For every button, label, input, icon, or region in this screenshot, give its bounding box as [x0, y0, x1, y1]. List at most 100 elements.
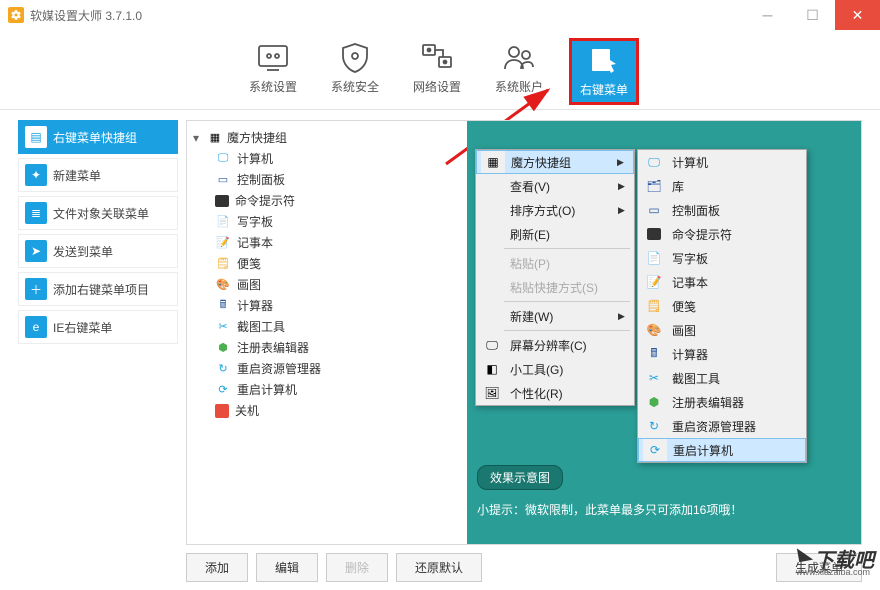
- tree-item-snip[interactable]: ✂截图工具: [187, 316, 467, 337]
- cm-item-resolution: 🖵屏幕分辨率(C): [476, 333, 634, 357]
- minimize-button[interactable]: ─: [745, 0, 790, 30]
- cm-item-refresh: 刷新(E): [476, 222, 634, 246]
- calculator-icon: 🖩: [642, 342, 666, 366]
- separator: [504, 301, 630, 302]
- watermark-url: www.xiazaiba.com: [796, 567, 870, 577]
- sidebar-item-label: 文件对象关联菜单: [53, 205, 149, 222]
- sidebar-item-ie-menu[interactable]: e IE右键菜单: [18, 310, 178, 344]
- bottom-bar: 添加 编辑 删除 还原默认 生成菜单: [186, 545, 862, 590]
- preview-badge: 效果示意图: [477, 465, 563, 490]
- main-area: ▤ 右键菜单快捷组 ✦ 新建菜单 ≣ 文件对象关联菜单 ➤ 发送到菜单 ＋ 添加…: [0, 110, 880, 590]
- tab-label: 系统设置: [249, 78, 297, 95]
- monitor-icon: 🖵: [480, 333, 504, 357]
- list-icon: ≣: [25, 202, 47, 224]
- chevron-right-icon: ▶: [618, 311, 630, 322]
- cm-item-paste: 粘贴(P): [476, 251, 634, 275]
- calculator-icon: 🖩: [215, 298, 231, 314]
- restart-icon: ⟳: [643, 439, 667, 461]
- terminal-icon: [642, 222, 666, 246]
- tab-network-settings[interactable]: 网络设置: [405, 38, 469, 105]
- gadget-icon: ◧: [480, 357, 504, 381]
- preview-panel: ▦魔方快捷组▶ 查看(V)▶ 排序方式(O)▶ 刷新(E) 粘贴(P) 粘贴快捷…: [467, 121, 861, 544]
- tree-item-notepad[interactable]: 📝记事本: [187, 232, 467, 253]
- cursor-menu-icon: [588, 45, 620, 77]
- sm-cmd: 命令提示符: [638, 222, 806, 246]
- delete-button[interactable]: 删除: [326, 553, 388, 582]
- tree-item-control-panel[interactable]: ▭控制面板: [187, 169, 467, 190]
- tree-root-label: 魔方快捷组: [227, 129, 287, 146]
- tree-item-calc[interactable]: 🖩计算器: [187, 295, 467, 316]
- tree-item-shutdown[interactable]: 关机: [187, 400, 467, 421]
- sidebar-item-send-to[interactable]: ➤ 发送到菜单: [18, 234, 178, 268]
- network-icon: [421, 42, 453, 74]
- titlebar: 软媒设置大师 3.7.1.0 ─ ☐ ✕: [0, 0, 880, 30]
- sm-notepad: 📝记事本: [638, 270, 806, 294]
- theme-icon: 🖼: [480, 381, 504, 405]
- monitor-icon: 🖵: [215, 151, 231, 167]
- cm-item-mofang: ▦魔方快捷组▶: [476, 150, 634, 174]
- sidebar-item-new-menu[interactable]: ✦ 新建菜单: [18, 158, 178, 192]
- send-icon: ➤: [25, 240, 47, 262]
- app-icon: [8, 7, 24, 23]
- separator: [504, 330, 630, 331]
- sm-library: 🗂库: [638, 174, 806, 198]
- tab-system-security[interactable]: 系统安全: [323, 38, 387, 105]
- tab-system-settings[interactable]: 系统设置: [241, 38, 305, 105]
- tab-label: 系统账户: [495, 78, 543, 95]
- tree-item-paint[interactable]: 🎨画图: [187, 274, 467, 295]
- plus-icon: ＋: [25, 278, 47, 300]
- gear-monitor-icon: [257, 42, 289, 74]
- close-button[interactable]: ✕: [835, 0, 880, 30]
- tree-item-computer[interactable]: 🖵计算机: [187, 148, 467, 169]
- paint-icon: 🎨: [215, 277, 231, 293]
- sm-computer: 🖵计算机: [638, 150, 806, 174]
- document-icon: 📄: [215, 214, 231, 230]
- sidebar-item-add-item[interactable]: ＋ 添加右键菜单项目: [18, 272, 178, 306]
- list-icon: ▤: [25, 126, 47, 148]
- tree-item-restart-explorer[interactable]: ↻重启资源管理器: [187, 358, 467, 379]
- tab-system-account[interactable]: 系统账户: [487, 38, 551, 105]
- sm-paint: 🎨画图: [638, 318, 806, 342]
- tab-label: 右键菜单: [580, 81, 628, 98]
- maximize-button[interactable]: ☐: [790, 0, 835, 30]
- ie-icon: e: [25, 316, 47, 338]
- sidebar-item-label: 发送到菜单: [53, 243, 113, 260]
- tree-item-wordpad[interactable]: 📄写字板: [187, 211, 467, 232]
- sidebar-item-file-assoc[interactable]: ≣ 文件对象关联菜单: [18, 196, 178, 230]
- sm-restart-explorer: ↻重启资源管理器: [638, 414, 806, 438]
- tree-panel: ▾ ▦ 魔方快捷组 🖵计算机 ▭控制面板 命令提示符 📄写字板 📝记事本 🗒便笺…: [187, 121, 467, 544]
- scissors-icon: ✂: [642, 366, 666, 390]
- toolbar: 系统设置 系统安全 网络设置 系统账户 右键菜单: [0, 30, 880, 110]
- preview-tip: 小提示：微软限制，此菜单最多只可添加16项哦！: [477, 501, 851, 518]
- cm-item-personalize: 🖼个性化(R): [476, 381, 634, 405]
- users-icon: [503, 42, 535, 74]
- power-icon: [215, 404, 229, 418]
- cm-item-gadgets: ◧小工具(G): [476, 357, 634, 381]
- add-button[interactable]: 添加: [186, 553, 248, 582]
- submenu-preview: 🖵计算机 🗂库 ▭控制面板 命令提示符 📄写字板 📝记事本 🗒便笺 🎨画图 🖩计…: [637, 149, 807, 463]
- tab-context-menu[interactable]: 右键菜单: [569, 38, 639, 105]
- tree-item-restart[interactable]: ⟳重启计算机: [187, 379, 467, 400]
- sidebar-item-label: 新建菜单: [53, 167, 101, 184]
- registry-icon: ⬢: [215, 340, 231, 356]
- tree-root[interactable]: ▾ ▦ 魔方快捷组: [187, 127, 467, 148]
- restore-button[interactable]: 还原默认: [396, 553, 482, 582]
- sticky-icon: 🗒: [215, 256, 231, 272]
- sm-regedit: ⬢注册表编辑器: [638, 390, 806, 414]
- grid-icon: ▦: [207, 130, 223, 146]
- sidebar: ▤ 右键菜单快捷组 ✦ 新建菜单 ≣ 文件对象关联菜单 ➤ 发送到菜单 ＋ 添加…: [18, 120, 178, 590]
- context-menu-preview: ▦魔方快捷组▶ 查看(V)▶ 排序方式(O)▶ 刷新(E) 粘贴(P) 粘贴快捷…: [475, 149, 635, 406]
- sidebar-item-label: IE右键菜单: [53, 319, 112, 336]
- shield-gear-icon: [339, 42, 371, 74]
- sidebar-item-shortcut-group[interactable]: ▤ 右键菜单快捷组: [18, 120, 178, 154]
- edit-button[interactable]: 编辑: [256, 553, 318, 582]
- sm-wordpad: 📄写字板: [638, 246, 806, 270]
- collapse-icon[interactable]: ▾: [193, 131, 203, 145]
- tree-item-cmd[interactable]: 命令提示符: [187, 190, 467, 211]
- tree-item-regedit[interactable]: ⬢注册表编辑器: [187, 337, 467, 358]
- separator: [504, 248, 630, 249]
- tree-item-sticky[interactable]: 🗒便笺: [187, 253, 467, 274]
- panel-icon: ▭: [642, 198, 666, 222]
- cm-item-view: 查看(V)▶: [476, 174, 634, 198]
- library-icon: 🗂: [642, 174, 666, 198]
